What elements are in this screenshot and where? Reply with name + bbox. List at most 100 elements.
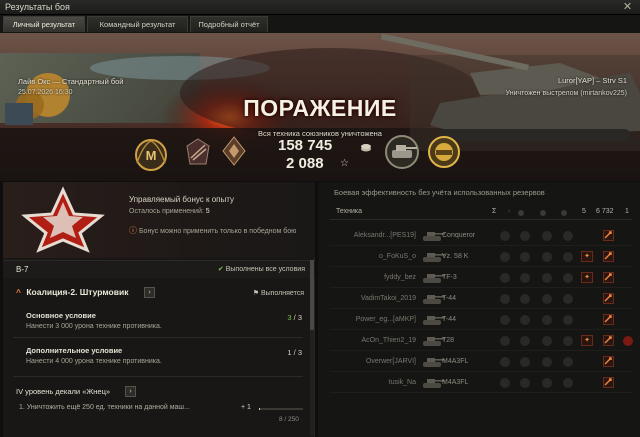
tab-team-result[interactable]: Командный результат bbox=[87, 16, 188, 32]
row-player-name: fyddy_bez bbox=[384, 274, 416, 281]
assist-icon bbox=[520, 336, 530, 346]
table-row[interactable]: AcOn_Thien2_19 T28 ✦ bbox=[330, 331, 633, 351]
bonus-remaining-label: Осталось применений: bbox=[129, 208, 204, 215]
player-vehicle: Luror[YAP] – Strv S1 bbox=[557, 76, 627, 85]
row-tank-name: M4A3FL bbox=[442, 379, 469, 386]
table-row[interactable]: VadimTakoi_2019 T-44 bbox=[330, 289, 632, 309]
table-row[interactable]: Overwer[JARVI] M4A3FL bbox=[330, 352, 632, 372]
mastery-badge-letter: M bbox=[146, 148, 157, 163]
shot-icon bbox=[603, 335, 614, 346]
assist-icon bbox=[520, 357, 530, 367]
scrollbar[interactable] bbox=[310, 260, 314, 436]
header-kills[interactable]: 5 bbox=[582, 208, 586, 215]
main-condition-total: / 3 bbox=[293, 313, 302, 322]
chevron-up-icon[interactable]: ^ bbox=[16, 287, 21, 297]
bonus-note-text: Бонус можно применить только в победном … bbox=[138, 228, 297, 235]
block-icon bbox=[542, 273, 552, 283]
header-block-icon[interactable] bbox=[561, 210, 567, 216]
mission-complete-status: ✔ Выполнены все условия bbox=[218, 265, 305, 273]
block-icon bbox=[542, 231, 552, 241]
header-damage[interactable]: 6 732 bbox=[596, 208, 614, 215]
table-row[interactable]: o_FoKuS_o Vz. 58 K ✦ bbox=[330, 247, 632, 267]
quest-info-button[interactable]: › bbox=[144, 287, 155, 298]
header-sigma[interactable]: Σ bbox=[492, 208, 496, 215]
header-tech[interactable]: Техника bbox=[336, 208, 362, 215]
combat-efficiency-panel: Боевая эффективность без учёта использов… bbox=[318, 182, 640, 437]
tab-detailed-report[interactable]: Подробный отчёт bbox=[190, 16, 268, 32]
table-row[interactable]: fyddy_bez TF-3 ✦ bbox=[330, 268, 632, 288]
quest-status: ⚑ Выполняется bbox=[253, 289, 304, 297]
shot-icon bbox=[603, 230, 614, 241]
bonus-remaining: Осталось применений: 5 bbox=[129, 208, 210, 215]
tab-bar: Личный результат Командный результат Под… bbox=[0, 15, 640, 33]
stun-icon bbox=[563, 252, 573, 262]
header-spotted-icon[interactable] bbox=[518, 210, 524, 216]
decal-progress-bar bbox=[259, 408, 303, 410]
table-row[interactable]: Power_eg...[aMKP] T-44 bbox=[330, 310, 632, 330]
decal-title: IV уровень декали «Жнец» bbox=[16, 387, 111, 396]
row-player-name: VadimTakoi_2019 bbox=[360, 295, 416, 302]
row-tank-name: TF-3 bbox=[442, 274, 457, 281]
table-row[interactable]: tusik_Na M4A3FL bbox=[330, 373, 632, 393]
damaged-icon: ✦ bbox=[581, 251, 593, 262]
main-condition-desc: Нанести 3 000 урона технике противника. bbox=[26, 323, 162, 330]
credits-value: 158 745 bbox=[278, 137, 333, 154]
spotted-icon bbox=[500, 231, 510, 241]
row-player-name: Power_eg...[aMKP] bbox=[355, 316, 416, 323]
spotted-icon bbox=[500, 252, 510, 262]
mission-complete-label: Выполнены все условия bbox=[225, 266, 305, 273]
row-tank-name: Vz. 58 K bbox=[442, 253, 469, 260]
gold-medal-icon[interactable] bbox=[426, 134, 462, 170]
extra-condition-desc: Нанести 4 000 урона технике противника. bbox=[26, 358, 162, 365]
extra-condition-title: Дополнительное условие bbox=[26, 346, 123, 355]
divider bbox=[13, 337, 303, 338]
row-tank-name: T28 bbox=[442, 337, 455, 344]
tab-personal-result[interactable]: Личный результат bbox=[3, 16, 85, 32]
assist-icon bbox=[520, 231, 530, 241]
mission-code: B-7 bbox=[16, 265, 29, 274]
crit-icon bbox=[623, 336, 633, 346]
credits-icon bbox=[361, 144, 371, 152]
block-icon bbox=[542, 357, 552, 367]
bonus-remaining-value: 5 bbox=[205, 208, 210, 215]
header-sort-icon[interactable]: › bbox=[508, 208, 510, 215]
rank-insignia-icon[interactable] bbox=[222, 136, 246, 166]
mastery-badge-icon[interactable]: M bbox=[133, 137, 169, 173]
flag-icon: ⚑ bbox=[252, 290, 259, 297]
tank-achievement-icon[interactable] bbox=[383, 133, 421, 171]
assist-icon bbox=[520, 252, 530, 262]
spotted-icon bbox=[500, 336, 510, 346]
header-assist-icon[interactable] bbox=[540, 210, 546, 216]
stun-icon bbox=[563, 294, 573, 304]
personal-progress-panel: Управляемый бонус к опыту Осталось приме… bbox=[3, 182, 315, 437]
shot-icon bbox=[603, 293, 614, 304]
damaged-icon: ✦ bbox=[581, 272, 593, 283]
shot-icon bbox=[603, 251, 614, 262]
battle-result-title: ПОРАЖЕНИЕ bbox=[243, 95, 397, 121]
damaged-icon: ✦ bbox=[581, 335, 593, 346]
efficiency-table-header: Техника Σ › 5 6 732 1 bbox=[330, 206, 632, 220]
row-player-name: Aleksandr...[PES19] bbox=[353, 232, 416, 239]
shot-icon bbox=[603, 272, 614, 283]
close-icon[interactable]: ✕ bbox=[621, 1, 634, 13]
decal-info-button[interactable]: › bbox=[125, 386, 136, 397]
killed-by: Уничтожен выстрелом (mirtankov225) bbox=[505, 90, 627, 97]
table-row[interactable]: Aleksandr...[PES19] Conqueror bbox=[330, 226, 632, 246]
stun-icon bbox=[563, 357, 573, 367]
header-crits[interactable]: 1 bbox=[625, 208, 629, 215]
experience-value: 2 088 bbox=[286, 155, 324, 172]
mission-header: B-7 ✔ Выполнены все условия bbox=[3, 260, 315, 278]
scrollbar-thumb[interactable] bbox=[310, 260, 314, 330]
battle-date: 25.07.2026 16:30 bbox=[18, 89, 73, 96]
quest-title: ^ Коалиция-2. Штурмовик bbox=[16, 287, 128, 297]
medal-icon[interactable] bbox=[186, 138, 210, 166]
experience-star-icon: ☆ bbox=[340, 158, 349, 169]
row-tank-name: M4A3FL bbox=[442, 358, 469, 365]
assist-icon bbox=[520, 273, 530, 283]
decal-count: 8 / 250 bbox=[279, 416, 299, 423]
quest-status-label: Выполняется bbox=[260, 290, 304, 297]
main-condition-progress: 3 / 3 bbox=[287, 313, 302, 322]
bonus-note: ⓘ Бонус можно применить только в победно… bbox=[129, 225, 296, 236]
assist-icon bbox=[520, 315, 530, 325]
block-icon bbox=[542, 378, 552, 388]
